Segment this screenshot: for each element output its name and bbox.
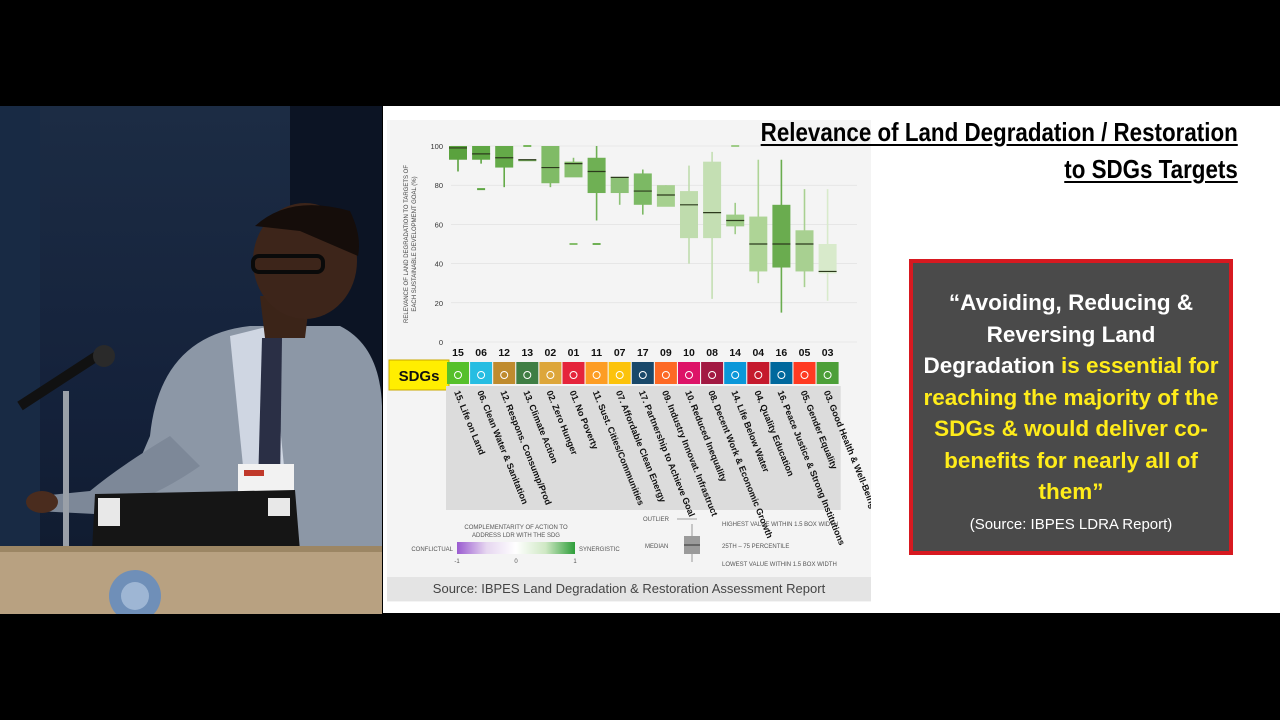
box-iqr xyxy=(656,185,675,207)
y-tick-label: 100 xyxy=(430,142,443,151)
sdg-icon xyxy=(493,362,516,384)
sdg-icon xyxy=(793,362,816,384)
sdg-number-label: 06 xyxy=(475,347,487,359)
box-iqr xyxy=(541,146,560,184)
box-iqr xyxy=(772,204,791,268)
color-legend-right-label: SYNERGISTIC xyxy=(579,547,620,553)
y-tick-label: 40 xyxy=(435,260,443,269)
sdg-number-label: 10 xyxy=(683,347,695,359)
sdg-number-label: 02 xyxy=(545,347,557,359)
y-tick-label: 80 xyxy=(435,181,443,190)
box-iqr xyxy=(795,230,814,272)
sdg-number-label: 03 xyxy=(822,347,834,359)
quote-close-mark: ” xyxy=(1092,479,1104,504)
sdg-number-label: 12 xyxy=(498,347,510,359)
sdgs-row-label: SDGs xyxy=(399,368,440,385)
box-legend-lowest: LOWEST VALUE WITHIN 1.5 BOX WIDTH xyxy=(722,562,837,568)
y-axis-label-line-2: EACH SUSTAINABLE DEVELOPMENT GOAL (%) xyxy=(412,176,418,311)
box-iqr xyxy=(587,157,606,194)
sdg-number-label: 04 xyxy=(752,347,764,359)
sdg-icon xyxy=(701,362,724,384)
sdg-number-label: 13 xyxy=(521,347,533,359)
box-iqr xyxy=(818,244,837,274)
color-legend-tick: -1 xyxy=(454,559,460,565)
box-iqr xyxy=(610,177,629,194)
sdg-icon xyxy=(516,362,539,384)
sdg-icon xyxy=(447,362,469,384)
y-tick-label: 60 xyxy=(435,220,443,229)
video-frame: RELEVANCE OF LAND DEGRADATION TO TARGETS… xyxy=(0,106,1280,614)
color-legend-title-line-1: COMPLEMENTARITY OF ACTION TO xyxy=(464,525,568,531)
sdg-number-label: 15 xyxy=(452,347,464,359)
slide-title-line-1: Relevance of Land Degradation / Restorat… xyxy=(760,117,1238,147)
sdg-icon xyxy=(816,362,839,384)
quote-source: (Source: IBPES LDRA Report) xyxy=(969,515,1173,533)
sdg-icon xyxy=(724,362,747,384)
box-legend-percentile: 25TH – 75 PERCENTILE xyxy=(722,544,789,550)
color-legend-left-label: CONFLICTUAL xyxy=(411,547,453,553)
box-iqr xyxy=(495,146,514,168)
color-legend-bar xyxy=(457,542,575,554)
sdg-icon xyxy=(539,362,562,384)
sdg-number-label: 08 xyxy=(706,347,718,359)
y-tick-label: 20 xyxy=(435,299,443,308)
box-iqr xyxy=(680,191,698,239)
box-legend-median: MEDIAN xyxy=(645,544,668,550)
color-legend-tick: 0 xyxy=(514,559,518,565)
box-legend-outlier: OUTLIER xyxy=(643,517,670,523)
quote-text: “Avoiding, Reducing & Reversing Land Deg… xyxy=(913,287,1229,508)
slide-title: Relevance of Land Degradation / Restorat… xyxy=(761,114,1238,188)
sdg-icon xyxy=(678,362,700,384)
sdg-number-label: 07 xyxy=(614,347,626,359)
box-iqr xyxy=(633,173,652,205)
sdg-icon xyxy=(747,362,770,384)
sdg-icon xyxy=(631,362,654,384)
sdg-icon xyxy=(654,362,677,384)
speaker-image xyxy=(0,106,382,614)
color-legend-title-line-2: ADDRESS LDR WITH THE SDG xyxy=(472,533,560,539)
sdg-number-label: 17 xyxy=(637,347,649,359)
sdg-number-label: 16 xyxy=(776,347,788,359)
speaker-video-feed xyxy=(0,106,382,614)
sdg-icon xyxy=(562,362,585,384)
sdg-icon xyxy=(470,362,493,384)
box-legend-highest: HIGHEST VALUE WITHIN 1.5 BOX WIDTH xyxy=(722,522,838,528)
sdg-icon xyxy=(585,362,608,384)
y-tick-label: 0 xyxy=(439,338,443,347)
color-legend-tick: 1 xyxy=(573,559,577,565)
sdg-number-label: 14 xyxy=(729,347,741,359)
slide-title-line-2: to SDGs Targets xyxy=(1064,154,1238,184)
sdg-icon xyxy=(770,362,793,384)
y-axis-label-line-1: RELEVANCE OF LAND DEGRADATION TO TARGETS… xyxy=(404,165,410,323)
sdg-boxplot-chart: RELEVANCE OF LAND DEGRADATION TO TARGETS… xyxy=(388,142,878,568)
box-iqr xyxy=(472,146,491,160)
box-iqr xyxy=(703,161,722,239)
presentation-slide: RELEVANCE OF LAND DEGRADATION TO TARGETS… xyxy=(383,106,1280,613)
sdg-number-label: 05 xyxy=(799,347,811,359)
sdg-number-label: 01 xyxy=(568,347,580,359)
sdg-number-label: 09 xyxy=(660,347,672,359)
chart-source-caption: Source: IBPES Land Degradation & Restora… xyxy=(387,577,871,601)
sdg-number-label: 11 xyxy=(591,347,602,359)
quote-box: “Avoiding, Reducing & Reversing Land Deg… xyxy=(909,259,1233,555)
sdg-icon xyxy=(608,362,631,384)
chart-panel: RELEVANCE OF LAND DEGRADATION TO TARGETS… xyxy=(387,120,878,602)
